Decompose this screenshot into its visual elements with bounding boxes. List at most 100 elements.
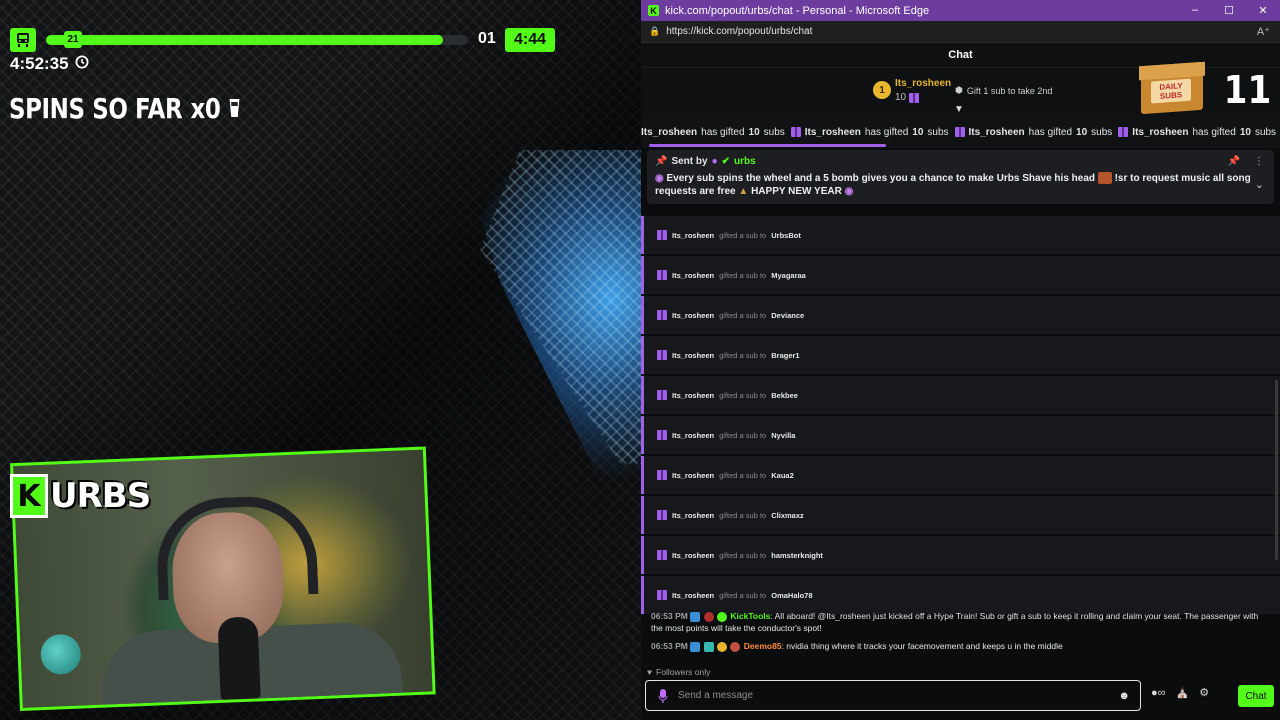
gift-to[interactable]: Bekbee bbox=[771, 391, 798, 400]
close-button[interactable]: ✕ bbox=[1246, 4, 1280, 17]
pin-icon: 📌 bbox=[655, 156, 668, 167]
microphone-icon[interactable] bbox=[656, 688, 670, 703]
message-user[interactable]: KickTools bbox=[730, 611, 770, 621]
emoji-icon[interactable]: ☻ bbox=[1118, 690, 1130, 702]
minimize-button[interactable]: – bbox=[1178, 4, 1212, 17]
stream-clock: 4:52:35 bbox=[10, 54, 89, 74]
heart-icon: ♥ bbox=[647, 667, 653, 677]
gift-to[interactable]: Myagaraa bbox=[771, 271, 806, 280]
channel-logo-text: URBS bbox=[50, 476, 151, 516]
message-time: 06:53 PM bbox=[651, 611, 688, 621]
gift-verb: gifted a sub to bbox=[719, 430, 767, 440]
pinned-text-a: Every sub spins the wheel and a 5 bomb g… bbox=[666, 173, 1095, 184]
pinned-user[interactable]: urbs bbox=[734, 156, 756, 167]
reader-mode-icon[interactable]: A⁺ bbox=[1257, 25, 1270, 38]
ticker-text: has gifted bbox=[1028, 126, 1073, 138]
avatar-badge-icon bbox=[730, 641, 741, 652]
hype-progress-bar bbox=[46, 35, 468, 45]
gift-icon bbox=[1118, 127, 1129, 137]
hype-progress-fill bbox=[46, 35, 443, 45]
gift-icon bbox=[657, 470, 667, 480]
leader-name[interactable]: Its_rosheen bbox=[895, 78, 951, 89]
unpin-icon[interactable]: 📌 bbox=[1228, 156, 1240, 167]
gift-to[interactable]: hamsterknight bbox=[771, 551, 823, 560]
message-input-placeholder[interactable]: Send a message bbox=[678, 690, 753, 701]
kick-logo-icon: K bbox=[10, 474, 48, 518]
badge-icon bbox=[703, 641, 714, 652]
ticker-user: Its_rosheen bbox=[968, 126, 1025, 138]
followers-only-label: Followers only bbox=[656, 667, 711, 677]
gift-verb: gifted a sub to bbox=[719, 590, 767, 600]
pinned-sender: 📌 Sent by ● ✔ urbs bbox=[655, 156, 1266, 167]
gift-to[interactable]: Deviance bbox=[771, 311, 804, 320]
ticker-suffix: subs bbox=[763, 126, 785, 138]
rank-coin-icon: 1 bbox=[873, 81, 891, 99]
gift-to[interactable]: Brager1 bbox=[771, 351, 799, 360]
ticker-item: Its_rosheen has gifted 10 subs bbox=[954, 126, 1112, 138]
gift-from[interactable]: Its_rosheen bbox=[672, 391, 714, 400]
store-icon[interactable]: ⛪ bbox=[1176, 686, 1190, 699]
verified-icon bbox=[716, 611, 727, 622]
send-chat-button[interactable]: Chat bbox=[1238, 685, 1274, 707]
gift-to[interactable]: OmaHalo78 bbox=[771, 591, 812, 600]
gift-icon bbox=[657, 550, 667, 560]
maximize-button[interactable]: ☐ bbox=[1212, 4, 1246, 17]
chevron-down-icon[interactable]: ⌄ bbox=[1255, 178, 1264, 191]
gift-from[interactable]: Its_rosheen bbox=[672, 231, 714, 240]
message-text: nvidia thing where it tracks your facemo… bbox=[786, 641, 1063, 651]
gift-icon bbox=[909, 92, 920, 103]
top-gifter-leaderboard: 1 Its_rosheen 10 ⬢ Gift 1 sub to take 2n… bbox=[641, 61, 1280, 116]
ticker-text: has gifted bbox=[864, 126, 909, 138]
message-user[interactable]: Deemo85 bbox=[744, 641, 782, 651]
gift-from[interactable]: Its_rosheen bbox=[672, 551, 714, 560]
gift-verb: gifted a sub to bbox=[719, 510, 767, 520]
ticker-user: Its_rosheen bbox=[641, 126, 698, 138]
settings-icon[interactable]: ⚙ bbox=[1199, 686, 1209, 699]
gift-to[interactable]: UrbsBot bbox=[771, 231, 801, 240]
gift-from[interactable]: Its_rosheen bbox=[672, 471, 714, 480]
gift-to[interactable]: Clixmaxz bbox=[771, 511, 804, 520]
gift-icon bbox=[657, 430, 667, 440]
hype-level-badge: 21 bbox=[64, 31, 82, 48]
globe-emote-icon: ◉ bbox=[844, 186, 854, 197]
gift-to[interactable]: Nyvilla bbox=[771, 431, 795, 440]
gift-event-list: Its_rosheen gifted a sub to UrbsBot Its_ro… bbox=[641, 216, 1280, 616]
gift-icon bbox=[657, 270, 667, 280]
url-text[interactable]: https://kick.com/popout/urbs/chat bbox=[666, 26, 812, 37]
gift-from[interactable]: Its_rosheen bbox=[672, 311, 714, 320]
gift-icon bbox=[657, 350, 667, 360]
lock-icon[interactable]: 🔒 bbox=[649, 26, 660, 37]
gift-verb: gifted a sub to bbox=[719, 310, 767, 320]
gift-icon bbox=[790, 127, 801, 137]
gift-to[interactable]: Kaua2 bbox=[771, 471, 794, 480]
gift-from[interactable]: Its_rosheen bbox=[672, 511, 714, 520]
gift-from[interactable]: Its_rosheen bbox=[672, 591, 714, 600]
more-options-icon[interactable]: ⋮ bbox=[1254, 156, 1264, 167]
gift-from[interactable]: Its_rosheen bbox=[672, 351, 714, 360]
gift-cta[interactable]: ⬢ Gift 1 sub to take 2nd bbox=[955, 85, 1052, 96]
sent-by-label: Sent by bbox=[671, 156, 708, 167]
ticker-user: Its_rosheen bbox=[804, 126, 861, 138]
gift-from[interactable]: Its_rosheen bbox=[672, 431, 714, 440]
kick-favicon-icon: K bbox=[648, 5, 659, 16]
gift-icon bbox=[657, 310, 667, 320]
points-icon[interactable]: ●∞ bbox=[1151, 687, 1166, 699]
chat-message: 06:53 PM Deemo85: nvidia thing where it … bbox=[651, 641, 1063, 652]
spins-label: SPINS SO FAR bbox=[9, 92, 183, 125]
gift-ticker: Its_rosheen has gifted 10 subs Its_roshe… bbox=[641, 116, 1280, 148]
browser-window: K kick.com/popout/urbs/chat - Personal -… bbox=[641, 0, 1280, 720]
address-bar[interactable]: 🔒 https://kick.com/popout/urbs/chat A⁺ bbox=[641, 21, 1280, 43]
mic-badge-icon: ● bbox=[711, 156, 718, 167]
gift-from[interactable]: Its_rosheen bbox=[672, 271, 714, 280]
gift-icon bbox=[657, 510, 667, 520]
verified-icon: ✔ bbox=[721, 156, 731, 167]
expand-leaderboard-icon[interactable]: ▼ bbox=[954, 104, 964, 115]
gift-icon bbox=[657, 390, 667, 400]
message-composer[interactable]: Send a message ☻ bbox=[645, 680, 1141, 711]
leader-count: 10 bbox=[895, 92, 920, 103]
gift-event-row: Its_rosheen gifted a sub to UrbsBot bbox=[641, 216, 1280, 254]
ticker-item: Its_rosheen has gifted 10 subs bbox=[1118, 127, 1276, 138]
chat-scrollbar[interactable] bbox=[1275, 380, 1278, 560]
gift-event-row: Its_rosheen gifted a sub to Bekbee bbox=[641, 376, 1280, 414]
gift-event-row: Its_rosheen gifted a sub to Brager1 bbox=[641, 336, 1280, 374]
